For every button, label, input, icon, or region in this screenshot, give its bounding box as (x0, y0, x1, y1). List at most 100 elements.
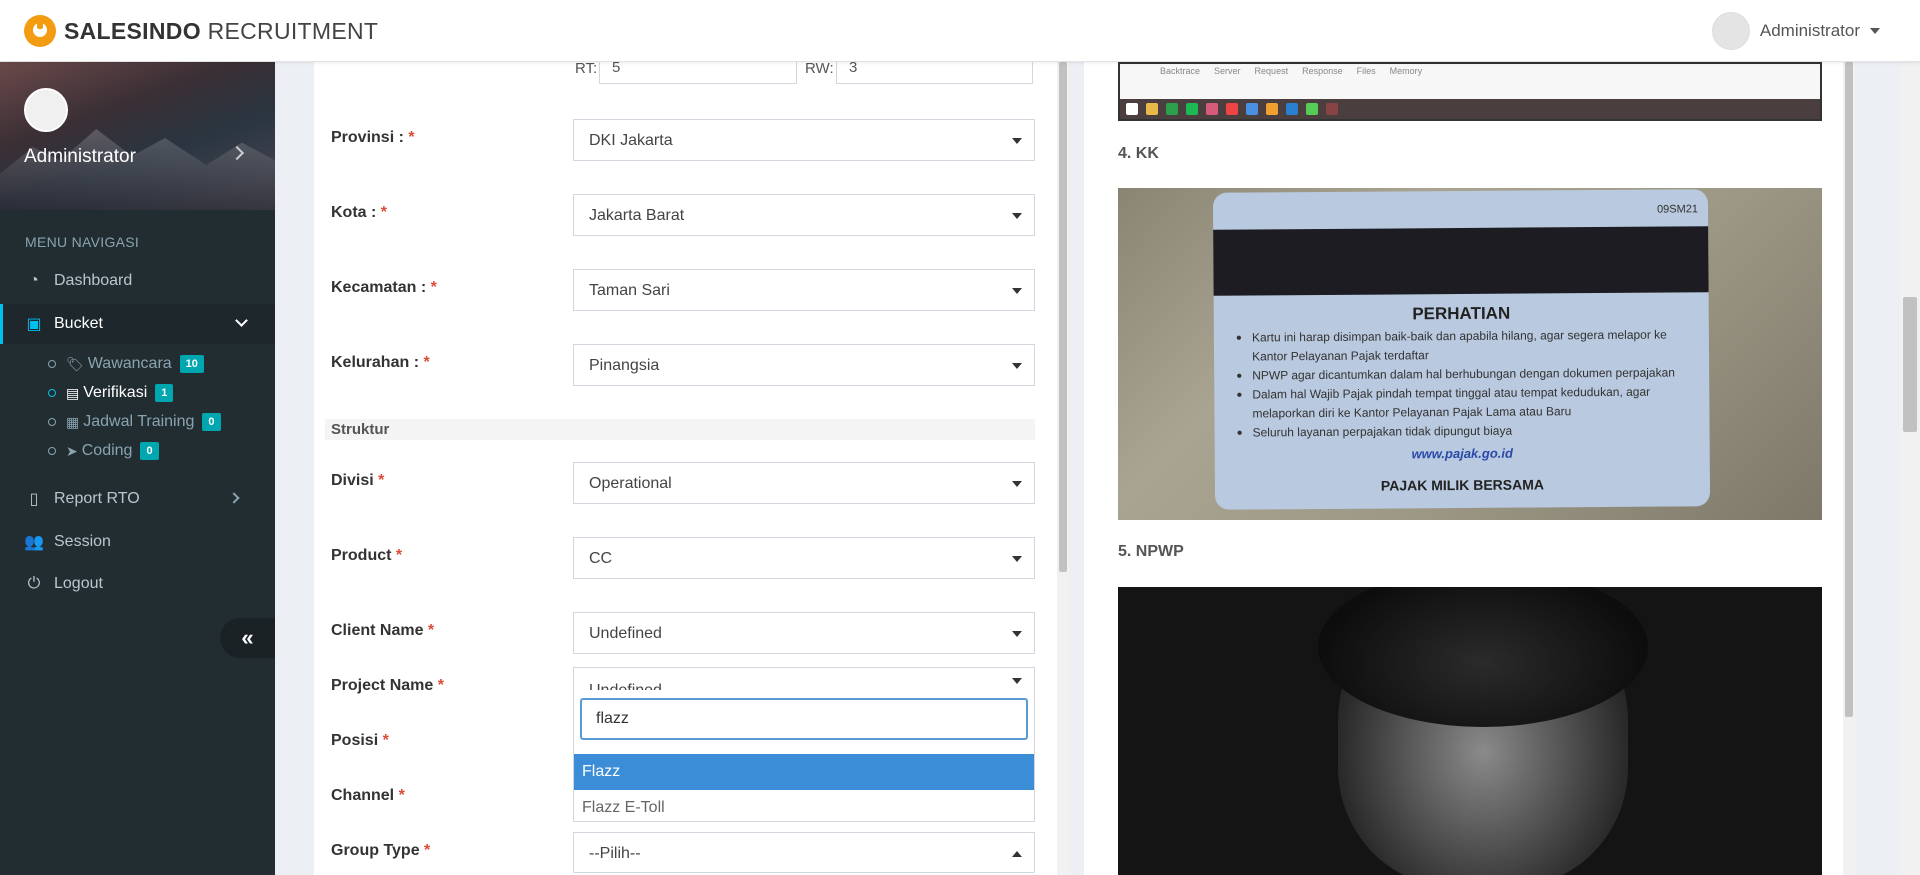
project-name-label: Project Name * (331, 677, 444, 694)
project-name-dropdown: flazz Flazz Flazz E-Toll (573, 690, 1035, 822)
product-label: Product * (331, 547, 403, 564)
caret-down-icon (1012, 631, 1022, 637)
card-bullet-list: Kartu ini harap disimpan baik-baik dan a… (1236, 325, 1687, 442)
card-url: www.pajak.go.id (1411, 445, 1513, 462)
power-icon: ⏻ (27, 575, 41, 592)
caret-down-icon (1012, 363, 1022, 369)
npwp-heading: 5. NPWP (1118, 543, 1184, 560)
sidebar-item-report-rto[interactable]: ▯ Report RTO (0, 479, 275, 519)
npwp-card-back: 09SM21 PERHATIAN Kartu ini harap disimpa… (1212, 189, 1711, 510)
channel-label: Channel * (331, 787, 405, 804)
kk-heading: 4. KK (1118, 145, 1159, 162)
user-menu[interactable]: Administrator (1711, 12, 1880, 50)
dashboard-icon: ◔ (29, 272, 39, 289)
sidebar-user-name[interactable]: Administrator (24, 146, 136, 168)
caret-down-icon (1012, 213, 1022, 219)
brand-logo-link[interactable]: SALESINDO RECRUITMENT (24, 15, 379, 47)
sidebar-item-label: Bucket (54, 315, 103, 332)
magnetic-stripe (1213, 226, 1709, 296)
kecamatan-label: Kecamatan : * (331, 279, 437, 296)
document-image-screenshot: Backtrace Server Request Response Files … (1118, 62, 1822, 121)
count-badge: 0 (140, 442, 159, 460)
brand-logo-icon (24, 15, 56, 47)
form-scrollbar[interactable] (1057, 62, 1069, 875)
top-header: SALESINDO RECRUITMENT Administrator (0, 0, 1920, 62)
nav-header: MENU NAVIGASI (25, 234, 140, 250)
users-icon: 👥 (24, 534, 44, 551)
count-badge: 10 (179, 355, 204, 373)
client-name-select[interactable]: Undefined (573, 612, 1035, 654)
dropdown-search-input[interactable]: flazz (580, 698, 1028, 740)
sidebar-item-bucket[interactable]: ▣ Bucket (0, 304, 275, 344)
caret-down-icon (1012, 481, 1022, 487)
card-footer: PAJAK MILIK BERSAMA (1380, 476, 1545, 494)
client-name-label: Client Name * (331, 622, 435, 639)
kecamatan-select[interactable]: Taman Sari (573, 269, 1035, 311)
sidebar-subitem-coding[interactable]: ➤ Coding 0 (48, 438, 159, 464)
scrollbar-thumb[interactable] (1903, 297, 1917, 432)
dropdown-option-flazz[interactable]: Flazz (574, 754, 1034, 790)
document-image-npwp-photo (1118, 587, 1822, 875)
screenshot-tabs: Backtrace Server Request Response Files … (1160, 66, 1423, 76)
card-bullet: Dalam hal Wajib Pajak pindah tempat ting… (1236, 382, 1686, 423)
caret-down-icon (1012, 678, 1022, 684)
sidebar-item-session[interactable]: 👥 Session (0, 522, 275, 562)
sidebar-item-label: Logout (54, 575, 103, 592)
divisi-label: Divisi * (331, 472, 385, 489)
caret-down-icon (1012, 556, 1022, 562)
sidebar-item-logout[interactable]: ⏻ Logout (0, 564, 275, 604)
rt-label: RT: (575, 60, 598, 77)
bucket-icon: ▣ (26, 316, 42, 333)
circle-icon (48, 360, 56, 368)
sidebar-subitem-label: Verifikasi (83, 384, 148, 401)
document-image-kk: 09SM21 PERHATIAN Kartu ini harap disimpa… (1118, 188, 1822, 520)
provinsi-select[interactable]: DKI Jakarta (573, 119, 1035, 161)
scrollbar-thumb[interactable] (1059, 62, 1067, 572)
calendar-check-icon: ▤ (66, 384, 80, 401)
card-title: PERHATIAN (1412, 303, 1511, 324)
sidebar-item-label: Report RTO (54, 490, 140, 507)
rw-label: RW: (805, 60, 834, 77)
page-scrollbar[interactable] (1900, 62, 1920, 875)
documents-scrollbar[interactable] (1843, 62, 1855, 875)
sidebar-subitem-jadwal-training[interactable]: ▦ Jadwal Training 0 (48, 409, 221, 435)
sidebar-item-label: Session (54, 533, 111, 550)
sidebar-collapse-button[interactable]: « (220, 618, 275, 658)
scrollbar-thumb[interactable] (1845, 62, 1853, 717)
kelurahan-label: Kelurahan : * (331, 354, 430, 371)
chevron-down-icon (235, 314, 248, 327)
avatar (24, 88, 68, 132)
sidebar-subitem-verifikasi[interactable]: ▤ Verifikasi 1 (48, 380, 174, 406)
kota-select[interactable]: Jakarta Barat (573, 194, 1035, 236)
calendar-icon: ▦ (66, 413, 80, 430)
sidebar-item-dashboard[interactable]: ◔ Dashboard (0, 261, 275, 301)
product-select[interactable]: CC (573, 537, 1035, 579)
card-bullet: Kartu ini harap disimpan baik-baik dan a… (1236, 325, 1686, 366)
avatar (1711, 12, 1750, 50)
provinsi-label: Provinsi : * (331, 129, 415, 146)
count-badge: 1 (155, 384, 174, 402)
file-icon: ▯ (29, 491, 39, 508)
group-type-label: Group Type * (331, 842, 431, 859)
circle-icon (48, 389, 56, 397)
sidebar-subitem-wawancara[interactable]: 🏷 Wawancara 10 (48, 351, 204, 377)
sidebar-subitem-label: Coding (81, 442, 133, 459)
sidebar-item-label: Dashboard (54, 272, 133, 289)
divisi-select[interactable]: Operational (573, 462, 1035, 504)
posisi-label: Posisi * (331, 732, 389, 749)
kelurahan-select[interactable]: Pinangsia (573, 344, 1035, 386)
dropdown-option-flazz-e-toll[interactable]: Flazz E-Toll (574, 790, 1034, 826)
section-struktur-heading: Struktur (325, 419, 1035, 440)
user-panel: Administrator (0, 62, 275, 210)
brand-text: SALESINDO RECRUITMENT (64, 17, 379, 44)
tags-icon: 🏷 (66, 355, 84, 372)
caret-down-icon (1870, 28, 1880, 34)
group-type-select[interactable]: --Pilih-- (573, 832, 1035, 873)
caret-down-icon (1012, 288, 1022, 294)
card-serial: 09SM21 (1657, 203, 1699, 216)
caret-up-icon (1012, 851, 1022, 857)
count-badge: 0 (202, 413, 221, 431)
sidebar-subitem-label: Wawancara (87, 355, 172, 372)
rocket-icon: ➤ (66, 442, 78, 459)
chevron-right-icon (228, 492, 240, 504)
